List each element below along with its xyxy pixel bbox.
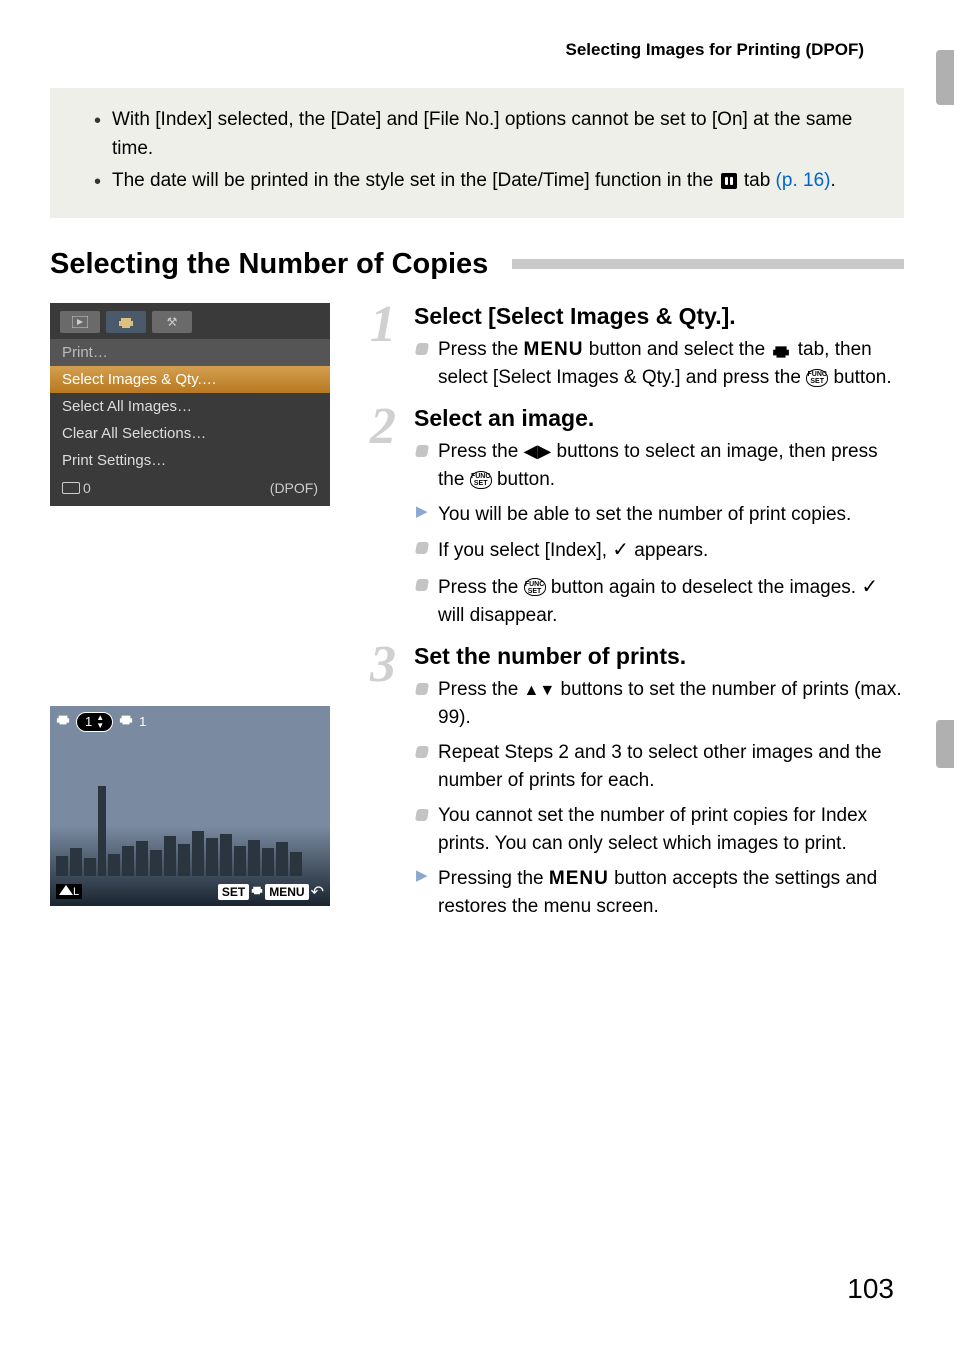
- bullet-text: button and select the: [584, 339, 771, 360]
- copy-count-badge: 1 ▲▼: [76, 712, 113, 732]
- step-bullets: Press the ▲▼ buttons to set the number o…: [414, 676, 904, 922]
- page-number: 103: [847, 1273, 894, 1305]
- footer-right-label: (DPOF): [270, 480, 318, 496]
- step-number: 2: [370, 405, 406, 449]
- bullet-item: You cannot set the number of print copie…: [414, 802, 904, 859]
- step-bullets: Press the MENU button and select the tab…: [414, 336, 904, 393]
- step-2: 2 Select an image. Press the ◀▶ buttons …: [370, 405, 904, 637]
- bullet-text: Press the: [438, 339, 524, 360]
- bullet-item: Press the ▲▼ buttons to set the number o…: [414, 676, 904, 733]
- bullet-text: button again to deselect the images.: [546, 577, 862, 598]
- bullet-text: will disappear.: [438, 605, 557, 626]
- page-edge-tab-side: [936, 720, 954, 768]
- bullet-text: Pressing the: [438, 868, 549, 889]
- menu-item: Print Settings…: [50, 447, 330, 474]
- note-item: With [Index] selected, the [Date] and [F…: [94, 106, 884, 163]
- bullet-item: Press the FUNCSET button again to desele…: [414, 572, 904, 631]
- menu-item: Print…: [50, 339, 330, 366]
- bullet-item: You will be able to set the number of pr…: [414, 501, 904, 530]
- bullet-text: button.: [492, 469, 555, 490]
- bullet-text: Press the: [438, 679, 524, 700]
- sd-card-icon: 0: [62, 480, 91, 496]
- checkmark-icon: ✓: [612, 539, 629, 561]
- bullet-text: Press the: [438, 577, 524, 598]
- left-column: ⚒ Print… Select Images & Qty.… Select Al…: [50, 303, 340, 906]
- bullet-text: Repeat Steps 2 and 3 to select other ima…: [438, 742, 882, 792]
- top-right-count: 1: [139, 714, 146, 729]
- menu-tabs: ⚒: [50, 311, 330, 339]
- print-mark-icon: [119, 713, 133, 730]
- print-small-icon: [251, 883, 263, 901]
- city-skyline: [50, 816, 330, 876]
- menu-button-word: MENU: [524, 339, 584, 360]
- menu-item: Select All Images…: [50, 393, 330, 420]
- note-text: tab: [744, 170, 776, 191]
- note-text: The date will be printed in the style se…: [112, 170, 719, 191]
- setup-tab-icon: ⚒: [152, 311, 192, 333]
- preview-bottom-overlay: L SET MENU ↶: [50, 882, 330, 902]
- step-number: 3: [370, 643, 406, 687]
- bullet-item: Press the ◀▶ buttons to select an image,…: [414, 438, 904, 495]
- bullet-text: appears.: [629, 540, 708, 561]
- menu-item: Clear All Selections…: [50, 420, 330, 447]
- right-column: 1 Select [Select Images & Qty.]. Press t…: [370, 303, 904, 934]
- camera-preview-screenshot: 1 ▲▼ 1: [50, 706, 330, 906]
- bullet-item: Pressing the MENU button accepts the set…: [414, 865, 904, 922]
- page-edge-tab-top: [936, 50, 954, 105]
- playback-tab-icon: [60, 311, 100, 333]
- left-right-arrows-icon: ◀▶: [524, 441, 552, 461]
- step-title: Set the number of prints.: [414, 643, 904, 670]
- page-ref-link[interactable]: (p. 16): [776, 170, 831, 191]
- size-indicator-icon: L: [56, 884, 82, 899]
- tools-tab-icon: [721, 173, 737, 189]
- note-list: With [Index] selected, the [Date] and [F…: [94, 106, 884, 200]
- note-item: The date will be printed in the style se…: [94, 167, 884, 196]
- step-title: Select an image.: [414, 405, 904, 432]
- bullet-text: If you select [Index],: [438, 540, 612, 561]
- bullet-text: button.: [828, 367, 891, 388]
- note-box: With [Index] selected, the [Date] and [F…: [50, 88, 904, 218]
- heading-rule: [502, 259, 904, 269]
- footer-count: 0: [83, 480, 91, 496]
- step-number: 1: [370, 303, 406, 347]
- menu-button-label: MENU: [265, 884, 308, 900]
- bullet-item: Press the MENU button and select the tab…: [414, 336, 904, 393]
- print-tab-icon: [772, 341, 790, 357]
- badge-count: 1: [85, 714, 92, 729]
- menu-item-selected: Select Images & Qty.…: [50, 366, 330, 393]
- preview-top-overlay: 1 ▲▼ 1: [56, 712, 146, 732]
- step-3: 3 Set the number of prints. Press the ▲▼…: [370, 643, 904, 928]
- note-text: With [Index] selected, the [Date] and [F…: [112, 109, 852, 159]
- running-header: Selecting Images for Printing (DPOF): [50, 40, 904, 60]
- set-button-label: SET: [218, 884, 249, 900]
- func-set-button-icon: FUNCSET: [524, 578, 546, 596]
- two-column-layout: ⚒ Print… Select Images & Qty.… Select Al…: [50, 303, 904, 934]
- step-1: 1 Select [Select Images & Qty.]. Press t…: [370, 303, 904, 399]
- bullet-text: You will be able to set the number of pr…: [438, 504, 851, 525]
- bullet-item: Repeat Steps 2 and 3 to select other ima…: [414, 739, 904, 796]
- camera-menu-screenshot: ⚒ Print… Select Images & Qty.… Select Al…: [50, 303, 330, 506]
- checkmark-icon: ✓: [861, 576, 878, 598]
- up-down-arrows-icon: ▲▼: [524, 682, 556, 699]
- step-bullets: Press the ◀▶ buttons to select an image,…: [414, 438, 904, 631]
- up-down-icon: ▲▼: [96, 714, 104, 730]
- func-set-button-icon: FUNCSET: [470, 471, 492, 489]
- bullet-item: If you select [Index], ✓ appears.: [414, 535, 904, 566]
- print-order-icon: [56, 713, 70, 730]
- section-heading-text: Selecting the Number of Copies: [50, 248, 488, 281]
- bullet-text: Press the: [438, 441, 524, 462]
- section-heading: Selecting the Number of Copies: [50, 248, 904, 281]
- bullet-text: You cannot set the number of print copie…: [438, 805, 867, 855]
- page-content: Selecting Images for Printing (DPOF) Wit…: [0, 0, 954, 954]
- note-text: .: [830, 170, 835, 191]
- return-icon: ↶: [311, 882, 324, 902]
- step-title: Select [Select Images & Qty.].: [414, 303, 904, 330]
- func-set-button-icon: FUNCSET: [806, 369, 828, 387]
- menu-footer: 0 (DPOF): [50, 474, 330, 496]
- menu-button-word: MENU: [549, 868, 609, 889]
- menu-items: Print… Select Images & Qty.… Select All …: [50, 339, 330, 474]
- bottom-right-buttons: SET MENU ↶: [218, 882, 324, 902]
- print-tab-icon: [106, 311, 146, 333]
